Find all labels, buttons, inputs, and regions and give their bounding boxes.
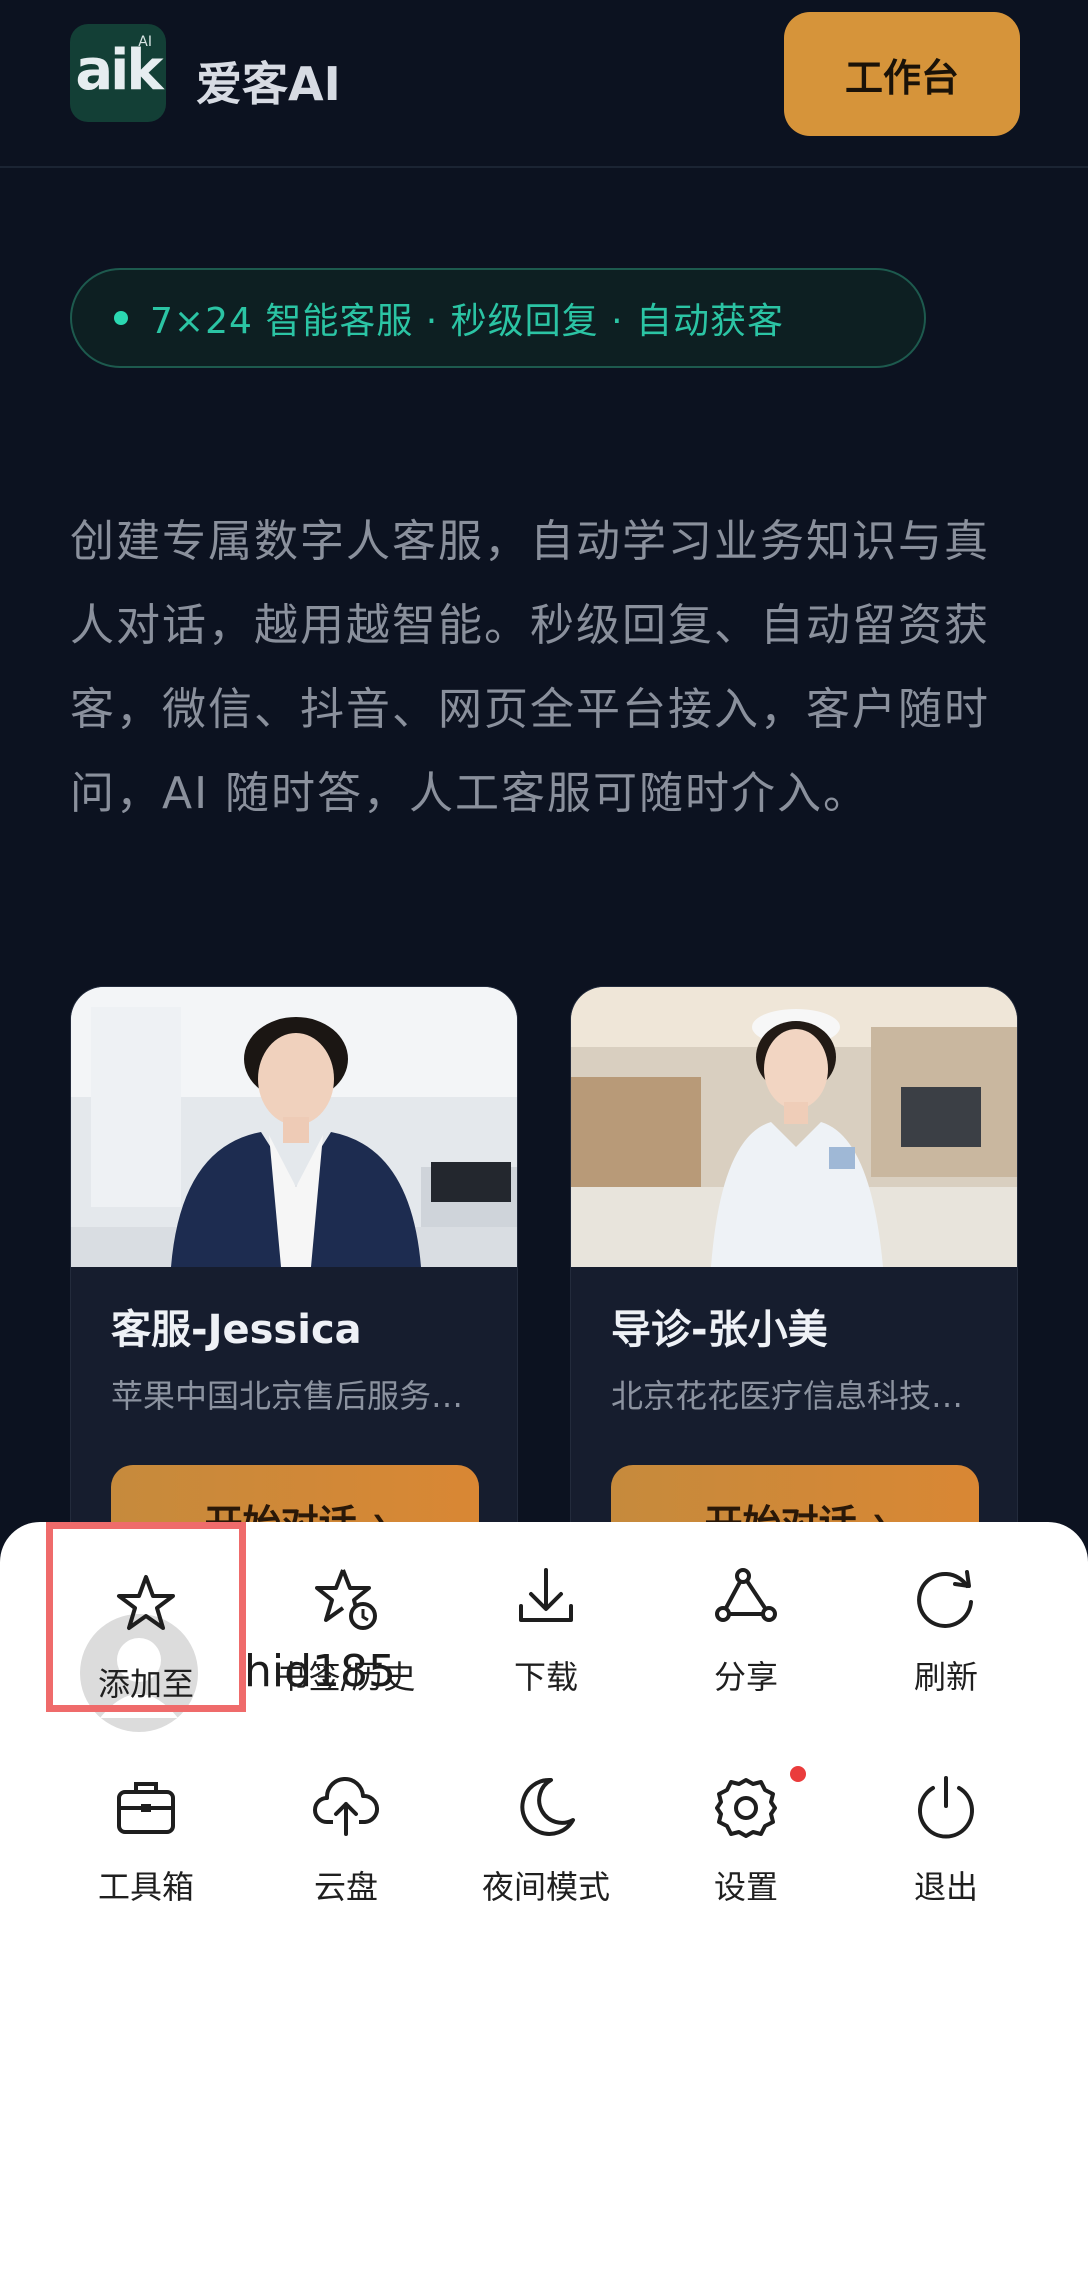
menu-label: 设置 — [713, 1868, 778, 1906]
download-icon — [519, 1568, 573, 1622]
agent-org: 苹果中国北京售后服务中心 — [111, 1377, 481, 1415]
agent-photo — [571, 987, 1017, 1267]
brand-name: 爱客AI — [196, 57, 341, 111]
menu-label: 退出 — [913, 1868, 978, 1906]
gear-icon — [715, 1778, 777, 1838]
notification-dot — [790, 1766, 806, 1782]
menu-label: 添加至 — [97, 1665, 194, 1703]
moon-icon — [520, 1777, 575, 1836]
menu-share[interactable]: 分享 — [646, 1522, 846, 1712]
menu-label: 书签/历史 — [276, 1658, 416, 1696]
power-icon — [918, 1776, 974, 1839]
share-icon — [715, 1568, 777, 1622]
agent-name: 客服-Jessica — [111, 1307, 362, 1353]
cloud-upload-icon — [313, 1776, 379, 1836]
star-icon — [117, 1575, 175, 1630]
menu-settings[interactable]: 设置 — [646, 1732, 846, 1922]
top-header: aik AI 爱客AI 工作台 — [0, 0, 1088, 168]
agent-photo — [71, 987, 517, 1267]
refresh-icon — [917, 1570, 973, 1628]
menu-toolbox[interactable]: 工具箱 — [46, 1732, 246, 1922]
menu-refresh[interactable]: 刷新 — [846, 1522, 1046, 1712]
badge-text: 7×24 智能客服 · 秒级回复 · 自动获客 — [150, 301, 784, 342]
bookmark-history-icon — [315, 1569, 377, 1630]
menu-label: 云盘 — [313, 1868, 378, 1906]
menu-label: 刷新 — [913, 1658, 978, 1696]
menu-download[interactable]: 下载 — [446, 1522, 646, 1712]
feature-badge: 7×24 智能客服 · 秒级回复 · 自动获客 — [70, 268, 926, 368]
menu-label: 分享 — [713, 1658, 778, 1696]
workbench-button[interactable]: 工作台 — [784, 12, 1020, 136]
agent-org: 北京花花医疗信息科技有限公司 — [611, 1377, 981, 1415]
menu-cloud-drive[interactable]: 云盘 — [246, 1732, 446, 1922]
menu-bookmarks-history[interactable]: 书签/历史 — [246, 1522, 446, 1712]
app-logo[interactable]: aik AI — [70, 24, 166, 122]
toolbox-icon — [117, 1782, 175, 1834]
browser-menu-sheet: hid185 添加至 书签/历史 下载 分享 刷新 工具箱 云盘 夜间模式 设置… — [0, 1522, 1088, 2274]
agent-name: 导诊-张小美 — [611, 1307, 828, 1353]
menu-add-to[interactable]: 添加至 — [46, 1522, 246, 1712]
hero-description: 创建专属数字人客服，自动学习业务知识与真人对话，越用越智能。秒级回复、自动留资获… — [70, 516, 990, 819]
badge-dot — [114, 311, 128, 325]
menu-label: 下载 — [513, 1658, 578, 1696]
menu-label: 夜间模式 — [481, 1868, 610, 1906]
logo-superscript: AI — [138, 34, 152, 50]
menu-label: 工具箱 — [97, 1868, 194, 1906]
menu-exit[interactable]: 退出 — [846, 1732, 1046, 1922]
menu-night-mode[interactable]: 夜间模式 — [446, 1732, 646, 1922]
